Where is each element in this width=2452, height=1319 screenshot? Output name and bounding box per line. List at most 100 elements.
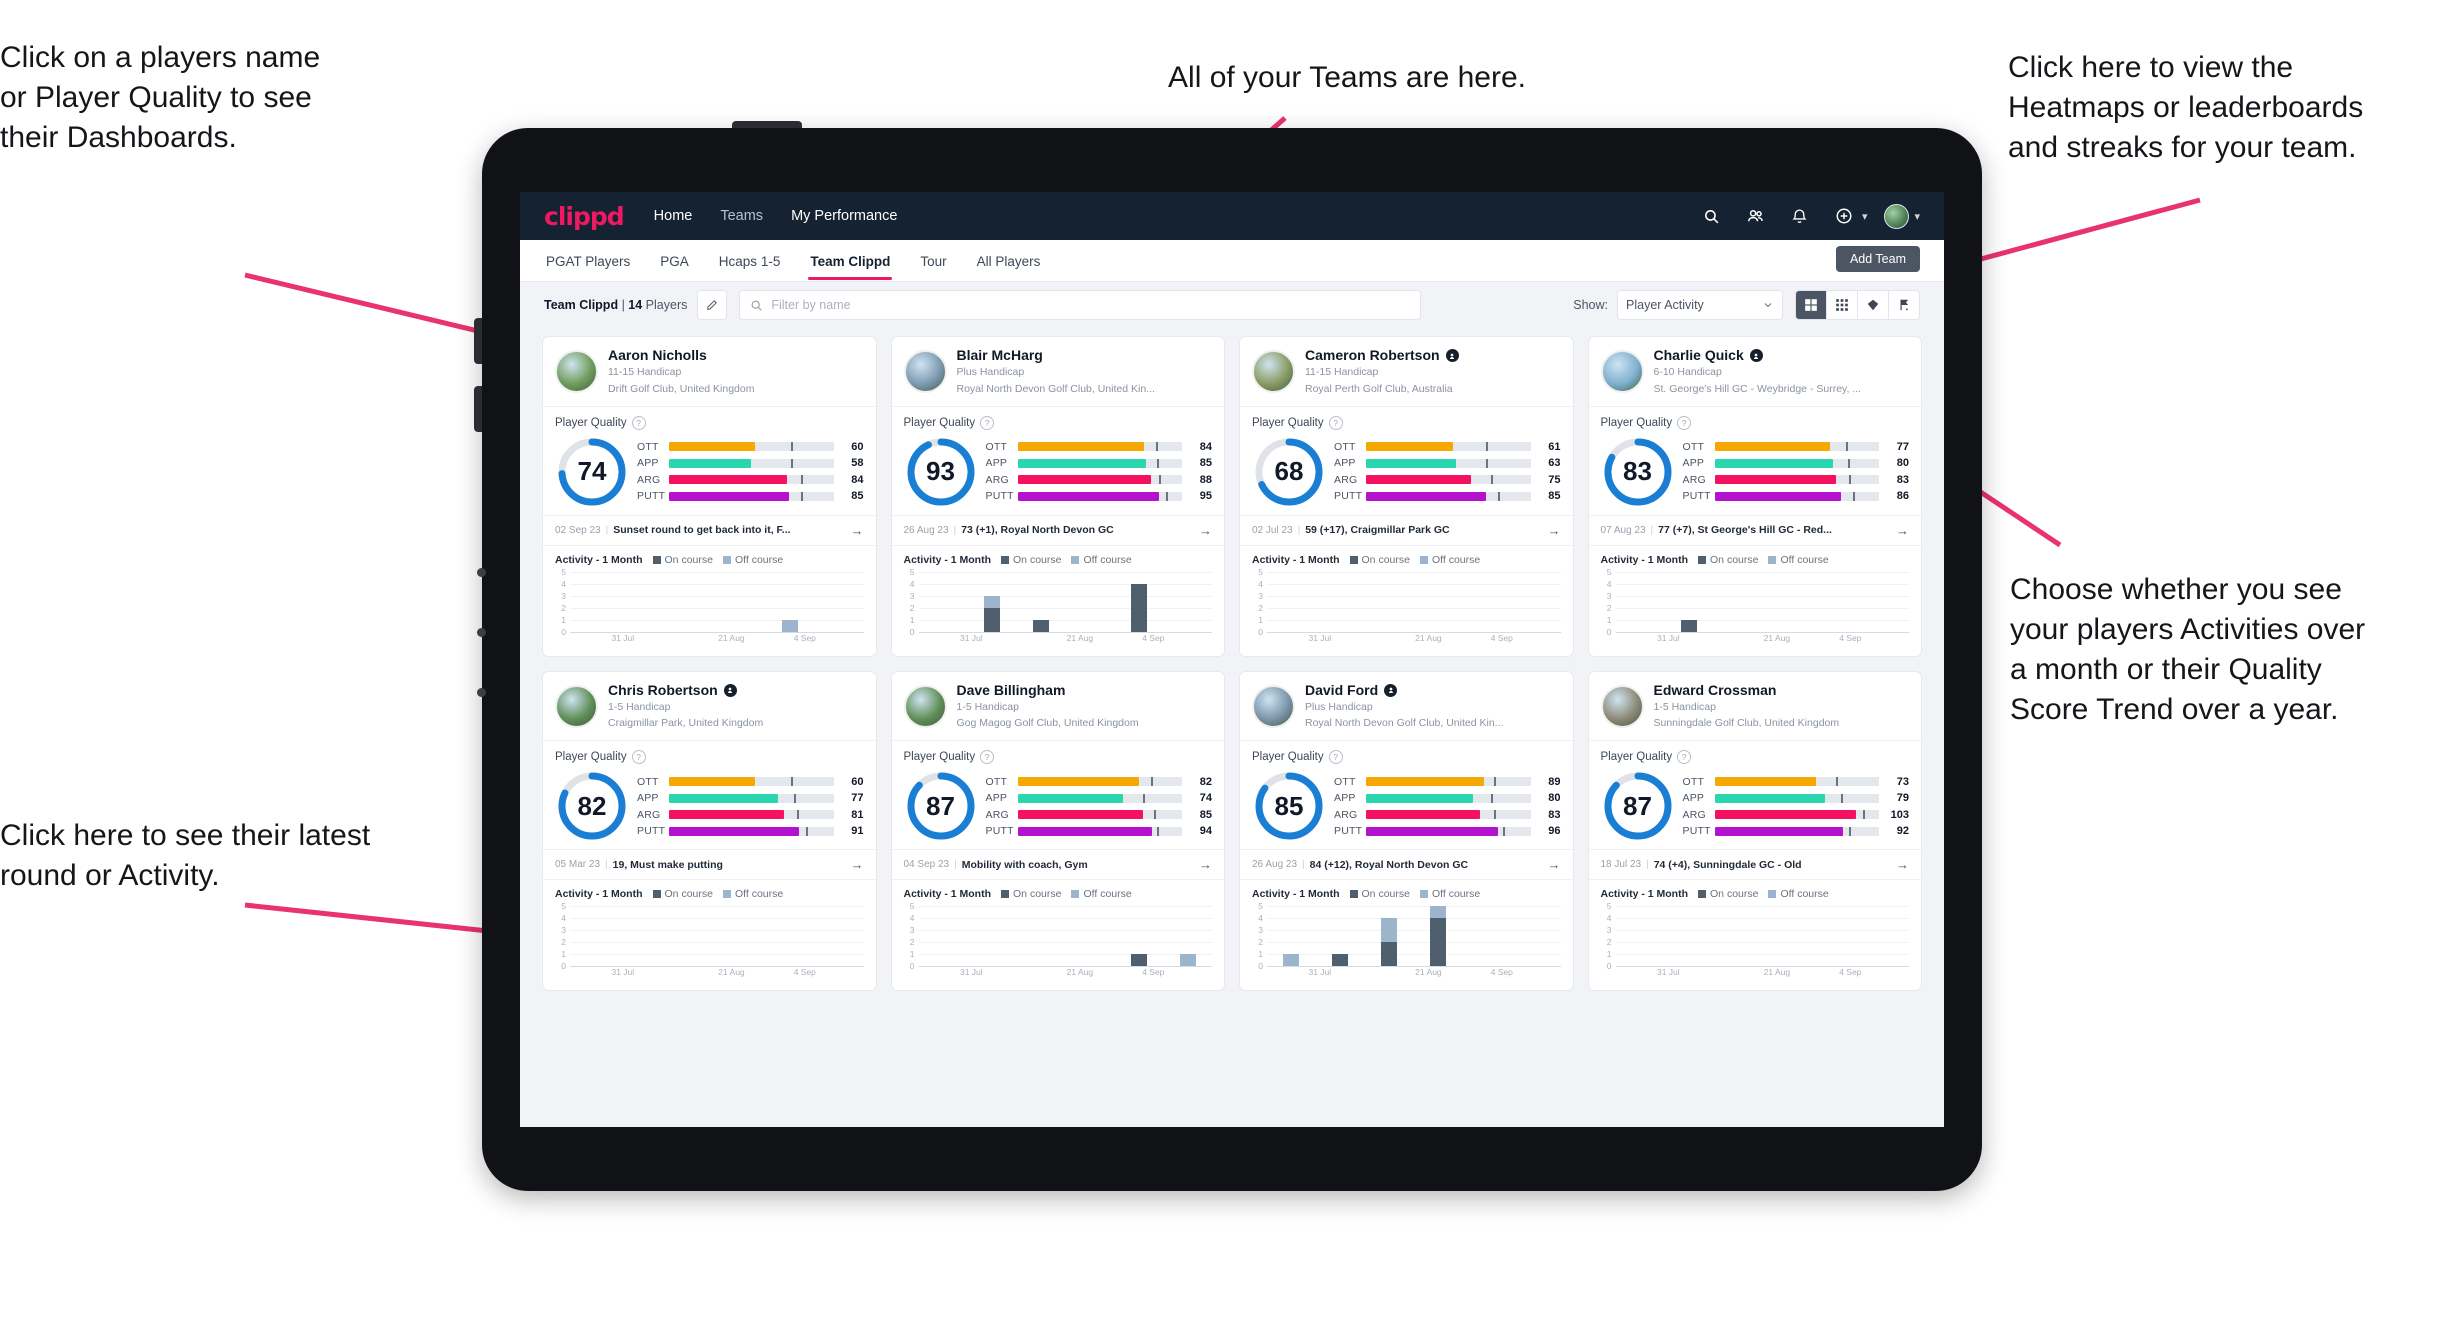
legend-swatch bbox=[1698, 890, 1707, 899]
bell-icon[interactable] bbox=[1785, 201, 1815, 231]
metric-label: PUTT bbox=[1682, 490, 1711, 503]
quality-ring: 93 bbox=[904, 435, 978, 509]
tab-team-clippd[interactable]: Team Clippd bbox=[808, 243, 893, 280]
latest-round-row[interactable]: 02 Sep 23 | Sunset round to get back into … bbox=[543, 514, 876, 546]
avatar-chevron-down-icon[interactable]: ▾ bbox=[1914, 210, 1920, 223]
player-quality-section[interactable]: Player Quality? 83 OTT 77 APP 80 ARG 83 PUTT 86 bbox=[1589, 407, 1922, 515]
latest-round-row[interactable]: 18 Jul 23 | 74 (+4), Sunningdale GC - Old → bbox=[1588, 849, 1921, 881]
help-icon[interactable]: ? bbox=[1677, 415, 1692, 430]
player-name[interactable]: Aaron Nicholls bbox=[608, 347, 754, 363]
avatar bbox=[1252, 684, 1295, 728]
player-card[interactable]: Edward Crossman 1-5 Handicap Sunningdale G… bbox=[1587, 670, 1922, 992]
player-name[interactable]: Cameron Robertson bbox=[1305, 347, 1459, 363]
grid-small-view-button[interactable] bbox=[1827, 291, 1858, 319]
round-arrow-icon[interactable]: → bbox=[1548, 857, 1561, 872]
help-icon[interactable]: ? bbox=[980, 415, 995, 430]
leaderboard-view-button[interactable] bbox=[1889, 291, 1919, 319]
tab-all-players[interactable]: All Players bbox=[975, 243, 1043, 279]
round-arrow-icon[interactable]: → bbox=[1896, 523, 1909, 538]
player-card[interactable]: Blair McHarg Plus Handicap Royal North Dev… bbox=[890, 336, 1225, 657]
player-card-header[interactable]: Dave Billingham 1-5 Handicap Gog Magog Gol… bbox=[891, 672, 1224, 742]
latest-round-row[interactable]: 26 Aug 23 | 84 (+12), Royal North Devon GC… bbox=[1240, 849, 1573, 881]
player-card[interactable]: Cameron Robertson 11-15 Handicap Royal Per… bbox=[1239, 336, 1574, 657]
round-arrow-icon[interactable]: → bbox=[851, 857, 864, 872]
plus-circle-icon[interactable] bbox=[1829, 201, 1859, 231]
metric-label: APP bbox=[985, 792, 1008, 805]
legend-on-course: On course bbox=[1001, 554, 1061, 566]
metric-value: 83 bbox=[1548, 808, 1561, 821]
nav-link-my-performance[interactable]: My Performance bbox=[791, 208, 897, 224]
round-text: 77 (+7), St George's Hill GC - Red... bbox=[1658, 524, 1832, 537]
player-name[interactable]: Chris Robertson bbox=[608, 682, 763, 698]
latest-round-row[interactable]: 05 Mar 23 | 19, Must make putting → bbox=[543, 849, 876, 881]
player-name[interactable]: David Ford bbox=[1305, 682, 1503, 698]
metric-row: ARG 75 bbox=[1334, 472, 1561, 489]
player-card[interactable]: Dave Billingham 1-5 Handicap Gog Magog Gol… bbox=[890, 670, 1225, 992]
help-icon[interactable]: ? bbox=[980, 750, 995, 765]
player-name[interactable]: Charlie Quick bbox=[1654, 347, 1862, 363]
player-quality-section[interactable]: Player Quality? 82 OTT 60 APP 77 ARG 81 PUTT 91 bbox=[543, 741, 876, 849]
player-card-header[interactable]: David Ford Plus Handicap Royal North Devon… bbox=[1240, 672, 1573, 742]
heatmap-view-button[interactable] bbox=[1858, 291, 1889, 319]
player-card-header[interactable]: Aaron Nicholls 11-15 Handicap Drift Golf C… bbox=[543, 337, 876, 407]
chevron-down-icon bbox=[1764, 303, 1772, 308]
y-tick: 5 bbox=[909, 901, 915, 912]
player-card-header[interactable]: Charlie Quick 6-10 Handicap St. George's H… bbox=[1588, 337, 1921, 407]
legend-on-course: On course bbox=[652, 554, 713, 566]
edit-team-button[interactable] bbox=[697, 290, 728, 320]
grid-large-view-button[interactable] bbox=[1796, 291, 1827, 319]
clippd-logo[interactable]: clippd bbox=[544, 202, 625, 231]
round-arrow-icon[interactable]: → bbox=[851, 523, 864, 538]
nav-link-teams[interactable]: Teams bbox=[720, 208, 763, 224]
player-quality-section[interactable]: Player Quality? 93 OTT 84 APP 85 ARG 88 PUTT 95 bbox=[892, 407, 1225, 515]
player-handicap: 1-5 Handicap bbox=[608, 701, 671, 714]
player-quality-section[interactable]: Player Quality? 85 OTT 89 APP 80 ARG 83 PUTT 96 bbox=[1240, 741, 1573, 849]
round-arrow-icon[interactable]: → bbox=[1548, 523, 1561, 538]
y-tick: 0 bbox=[1258, 626, 1263, 637]
player-quality-section[interactable]: Player Quality? 74 OTT 60 APP 58 ARG 84 PUTT 85 bbox=[543, 407, 876, 515]
player-card[interactable]: Charlie Quick 6-10 Handicap St. George's H… bbox=[1587, 336, 1922, 657]
round-arrow-icon[interactable]: → bbox=[1896, 857, 1909, 872]
metric-fill bbox=[1714, 810, 1856, 820]
people-icon[interactable] bbox=[1741, 201, 1771, 231]
help-icon[interactable]: ? bbox=[1328, 750, 1343, 765]
player-card-header[interactable]: Chris Robertson 1-5 Handicap Craigmillar P… bbox=[543, 672, 876, 742]
player-quality-section[interactable]: Player Quality? 87 OTT 73 APP 79 ARG 103 PUTT 92 bbox=[1589, 741, 1922, 849]
player-card[interactable]: David Ford Plus Handicap Royal North Devon… bbox=[1239, 670, 1574, 992]
player-card[interactable]: Aaron Nicholls 11-15 Handicap Drift Golf C… bbox=[542, 336, 877, 657]
nav-link-home[interactable]: Home bbox=[654, 208, 693, 224]
player-name[interactable]: Dave Billingham bbox=[957, 682, 1139, 698]
round-arrow-icon[interactable]: → bbox=[1199, 523, 1212, 538]
tab-tour[interactable]: Tour bbox=[918, 243, 948, 279]
plus-chevron-down-icon[interactable]: ▾ bbox=[1862, 210, 1868, 223]
player-name[interactable]: Blair McHarg bbox=[957, 347, 1155, 363]
show-select[interactable]: Player Activity bbox=[1617, 290, 1783, 320]
help-icon[interactable]: ? bbox=[631, 415, 646, 430]
player-card-header[interactable]: Edward Crossman 1-5 Handicap Sunningdale G… bbox=[1588, 672, 1921, 742]
legend-off-course-label: Off course bbox=[1780, 553, 1829, 566]
metric-row: OTT 84 bbox=[986, 439, 1213, 456]
help-icon[interactable]: ? bbox=[631, 750, 646, 765]
player-name[interactable]: Edward Crossman bbox=[1654, 682, 1840, 698]
player-quality-section[interactable]: Player Quality? 87 OTT 82 APP 74 ARG 85 PUTT 94 bbox=[892, 741, 1225, 849]
tab-pgat-players[interactable]: PGAT Players bbox=[544, 243, 632, 279]
help-icon[interactable]: ? bbox=[1328, 415, 1343, 430]
player-card[interactable]: Chris Robertson 1-5 Handicap Craigmillar P… bbox=[542, 670, 877, 992]
latest-round-row[interactable]: 26 Aug 23 | 73 (+1), Royal North Devon GC → bbox=[891, 514, 1224, 546]
player-quality-section[interactable]: Player Quality? 68 OTT 61 APP 63 ARG 75 PUTT 85 bbox=[1240, 407, 1573, 515]
player-card-header[interactable]: Blair McHarg Plus Handicap Royal North Dev… bbox=[891, 337, 1224, 407]
search-input[interactable]: Filter by name bbox=[739, 290, 1422, 320]
player-card-header[interactable]: Cameron Robertson 11-15 Handicap Royal Per… bbox=[1240, 337, 1573, 407]
help-icon[interactable]: ? bbox=[1677, 750, 1692, 765]
latest-round-row[interactable]: 04 Sep 23 | Mobility with coach, Gym → bbox=[891, 849, 1224, 881]
metric-label: PUTT bbox=[637, 825, 666, 838]
add-team-button[interactable]: Add Team bbox=[1835, 246, 1920, 272]
latest-round-row[interactable]: 02 Jul 23 | 59 (+17), Craigmillar Park GC → bbox=[1240, 514, 1573, 546]
tab-pga[interactable]: PGA bbox=[658, 243, 691, 279]
metric-track bbox=[1366, 458, 1531, 468]
round-arrow-icon[interactable]: → bbox=[1199, 857, 1212, 872]
tab-hcaps-1-5[interactable]: Hcaps 1-5 bbox=[717, 243, 783, 279]
search-icon[interactable] bbox=[1697, 201, 1727, 231]
avatar[interactable] bbox=[1881, 201, 1911, 231]
latest-round-row[interactable]: 07 Aug 23 | 77 (+7), St George's Hill GC -… bbox=[1588, 514, 1921, 546]
